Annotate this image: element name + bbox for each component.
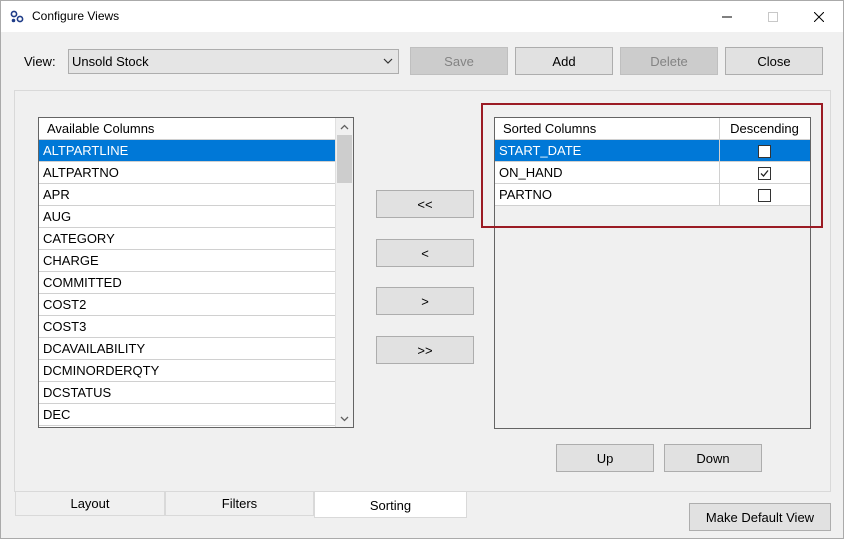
- move-up-button[interactable]: Up: [556, 444, 654, 472]
- list-item[interactable]: AUG: [39, 206, 335, 228]
- sorted-column-name: START_DATE: [495, 140, 720, 162]
- list-item[interactable]: DEC: [39, 404, 335, 426]
- checkbox-icon[interactable]: [758, 144, 771, 158]
- app-icon: [10, 10, 24, 24]
- descending-cell: [720, 184, 809, 206]
- minimize-icon: [722, 16, 732, 17]
- add-button[interactable]: Add: [515, 47, 613, 75]
- window-close-button[interactable]: [796, 1, 842, 32]
- table-row[interactable]: ON_HAND: [495, 162, 810, 184]
- list-item[interactable]: CATEGORY: [39, 228, 335, 250]
- list-item[interactable]: COST2: [39, 294, 335, 316]
- list-item[interactable]: DCAVAILABILITY: [39, 338, 335, 360]
- list-item[interactable]: ALTPARTLINE: [39, 140, 335, 162]
- save-button[interactable]: Save: [410, 47, 508, 75]
- sorted-columns-header-label: Sorted Columns: [495, 118, 720, 140]
- move-all-right-button[interactable]: >>: [376, 336, 474, 364]
- table-row[interactable]: PARTNO: [495, 184, 810, 206]
- move-right-button[interactable]: >: [376, 287, 474, 315]
- sorted-columns-header: Sorted Columns Descending: [495, 118, 810, 140]
- move-left-button[interactable]: <: [376, 239, 474, 267]
- title-bar: Configure Views: [1, 1, 843, 32]
- available-columns-list[interactable]: Available Columns ALTPARTLINE ALTPARTNO …: [38, 117, 354, 428]
- available-columns-header: Available Columns: [39, 118, 335, 140]
- available-scrollbar[interactable]: [335, 118, 353, 427]
- view-select-value: Unsold Stock: [72, 54, 149, 69]
- list-item[interactable]: ALTPARTNO: [39, 162, 335, 184]
- delete-button[interactable]: Delete: [620, 47, 718, 75]
- list-item[interactable]: APR: [39, 184, 335, 206]
- chevron-down-icon: [382, 54, 394, 68]
- window-title: Configure Views: [32, 9, 120, 23]
- descending-cell: [720, 162, 809, 184]
- maximize-button[interactable]: [750, 1, 796, 32]
- tab-sorting[interactable]: Sorting: [314, 492, 467, 518]
- minimize-button[interactable]: [704, 1, 750, 32]
- list-item[interactable]: CHARGE: [39, 250, 335, 272]
- close-icon: [814, 11, 824, 22]
- descending-cell: [720, 140, 809, 162]
- tab-filters[interactable]: Filters: [165, 492, 314, 516]
- sorted-columns-grid[interactable]: Sorted Columns Descending START_DATE ON_…: [494, 117, 811, 429]
- sorted-column-name: PARTNO: [495, 184, 720, 206]
- list-item[interactable]: DCSTATUS: [39, 382, 335, 404]
- checkbox-icon[interactable]: [758, 188, 771, 202]
- tab-layout[interactable]: Layout: [15, 492, 165, 516]
- close-button[interactable]: Close: [725, 47, 823, 75]
- chevron-down-icon[interactable]: [336, 410, 353, 427]
- move-all-left-button[interactable]: <<: [376, 190, 474, 218]
- configure-views-window: Configure Views View: Unsold Stock Save …: [0, 0, 844, 539]
- checkmark-icon: [760, 169, 769, 177]
- view-select[interactable]: Unsold Stock: [68, 49, 399, 74]
- list-item[interactable]: COMMITTED: [39, 272, 335, 294]
- view-label: View:: [24, 54, 56, 69]
- checkbox-icon[interactable]: [758, 166, 771, 180]
- list-item[interactable]: COST3: [39, 316, 335, 338]
- sorted-column-name: ON_HAND: [495, 162, 720, 184]
- list-item[interactable]: DCMINORDERQTY: [39, 360, 335, 382]
- chevron-up-icon[interactable]: [336, 118, 353, 135]
- table-row[interactable]: START_DATE: [495, 140, 810, 162]
- move-down-button[interactable]: Down: [664, 444, 762, 472]
- scrollbar-thumb[interactable]: [337, 135, 352, 183]
- make-default-view-button[interactable]: Make Default View: [689, 503, 831, 531]
- maximize-icon: [768, 11, 778, 22]
- descending-header-label: Descending: [730, 121, 799, 136]
